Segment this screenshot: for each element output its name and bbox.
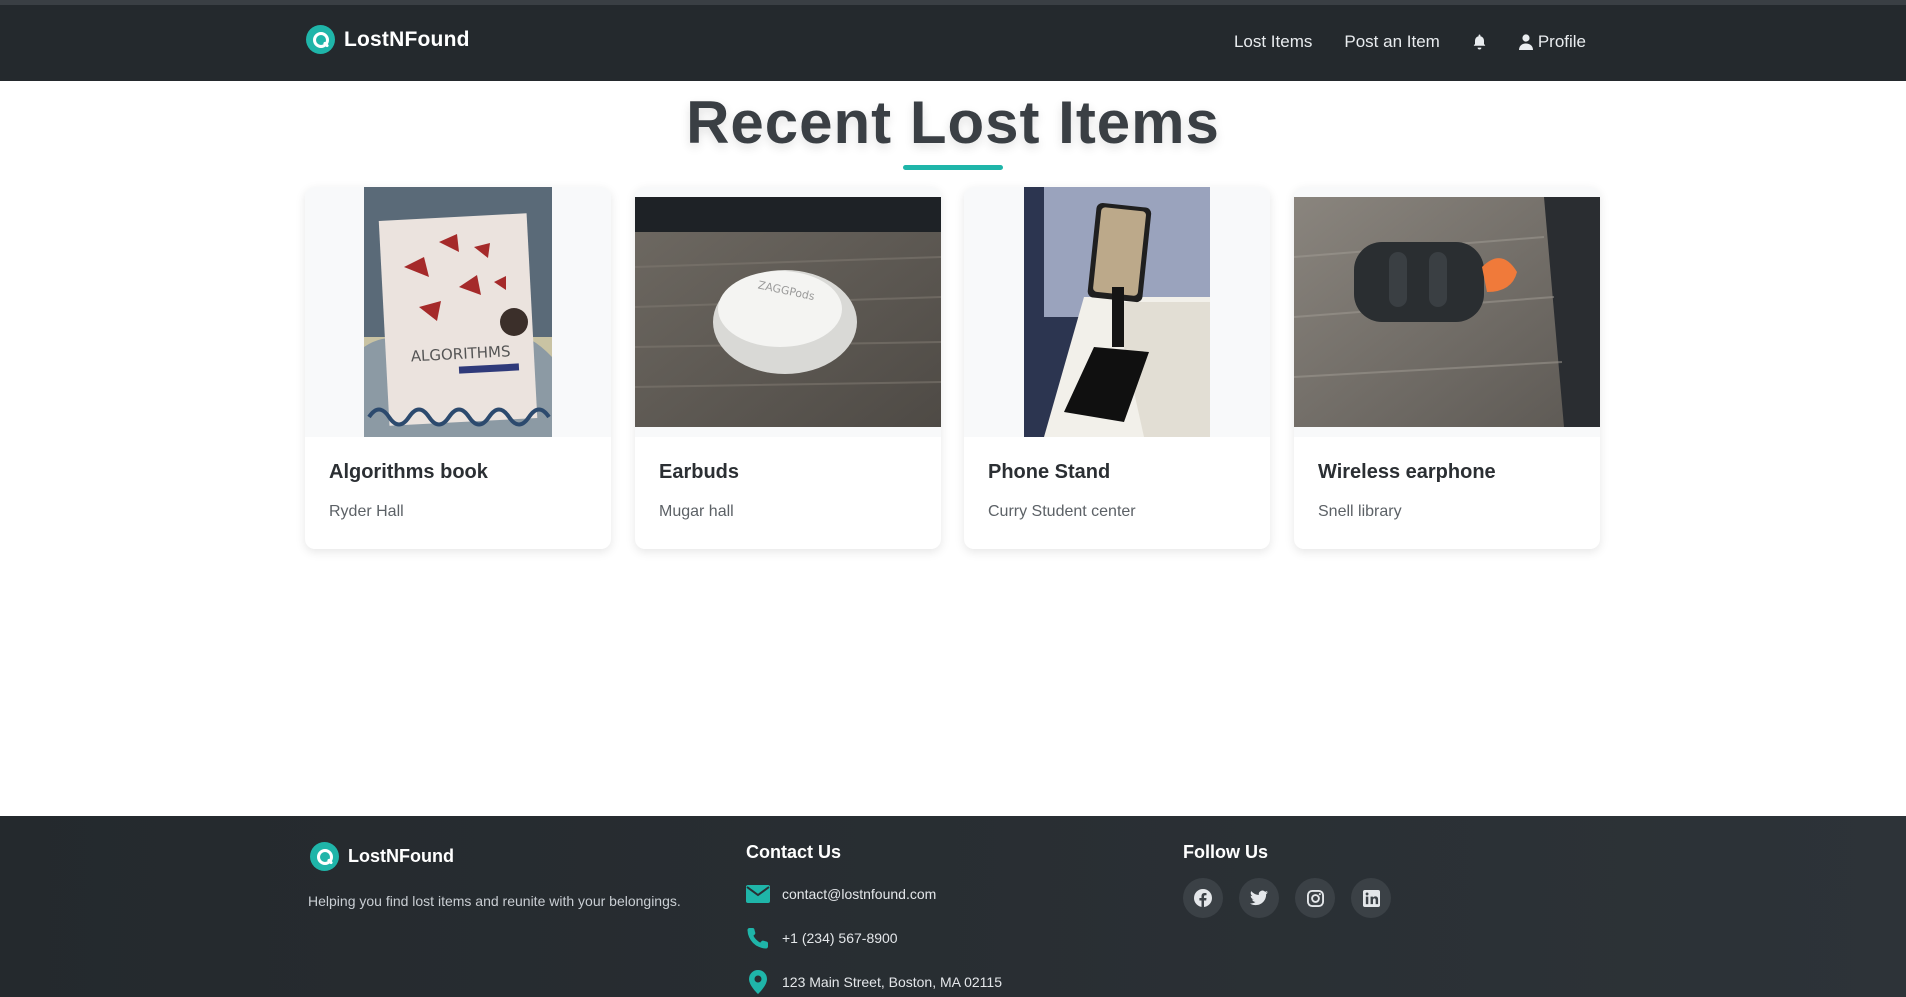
nav-post-item[interactable]: Post an Item bbox=[1344, 32, 1439, 52]
site-footer: LostNFound Helping you find lost items a… bbox=[0, 816, 1906, 997]
card-title: Earbuds bbox=[659, 461, 740, 483]
footer-brand[interactable]: LostNFound bbox=[310, 842, 454, 871]
item-card-algorithms-book[interactable]: ALGORITHMS Algorithms book Ryder Hall bbox=[305, 187, 611, 549]
card-title: Algorithms book bbox=[329, 461, 488, 483]
contact-email-text: contact@lostnfound.com bbox=[782, 886, 937, 902]
notifications-button[interactable] bbox=[1472, 34, 1487, 50]
card-title: Wireless earphone bbox=[1318, 461, 1496, 483]
footer-tagline: Helping you find lost items and reunite … bbox=[308, 893, 681, 909]
nav-profile[interactable]: Profile bbox=[1518, 32, 1586, 52]
contact-heading: Contact Us bbox=[746, 842, 842, 862]
user-icon bbox=[1518, 34, 1533, 50]
contact-address-text: 123 Main Street, Boston, MA 02115 bbox=[782, 974, 1002, 990]
twitter-link[interactable] bbox=[1239, 878, 1279, 918]
linkedin-link[interactable] bbox=[1351, 878, 1391, 918]
contact-email[interactable]: contact@lostnfound.com bbox=[746, 882, 936, 906]
card-location: Mugar hall bbox=[659, 503, 734, 520]
search-logo-icon bbox=[306, 25, 335, 54]
contact-phone[interactable]: +1 (234) 567-8900 bbox=[746, 926, 898, 950]
title-underline bbox=[903, 165, 1003, 170]
facebook-icon bbox=[1194, 889, 1212, 907]
search-logo-icon bbox=[310, 842, 339, 871]
nav-lost-items[interactable]: Lost Items bbox=[1234, 32, 1312, 52]
instagram-link[interactable] bbox=[1295, 878, 1335, 918]
instagram-icon bbox=[1306, 889, 1324, 907]
brand-link[interactable]: LostNFound bbox=[306, 25, 470, 54]
nav-profile-label: Profile bbox=[1537, 32, 1586, 51]
card-image-area: ZAGGPods bbox=[635, 187, 941, 437]
contact-phone-text: +1 (234) 567-8900 bbox=[782, 930, 898, 946]
social-links bbox=[1183, 878, 1407, 918]
phone-icon bbox=[746, 926, 770, 950]
item-photo-phone-stand bbox=[1024, 187, 1210, 437]
nav-links: Lost Items Post an Item Profile bbox=[1202, 32, 1586, 52]
follow-heading: Follow Us bbox=[1183, 842, 1268, 862]
location-pin-icon bbox=[746, 970, 770, 994]
footer-brand-name: LostNFound bbox=[348, 846, 454, 866]
card-image-area bbox=[1294, 187, 1600, 437]
page-title: Recent Lost Items bbox=[686, 89, 1220, 156]
top-navbar: LostNFound Lost Items Post an Item Profi… bbox=[0, 5, 1906, 81]
bell-icon bbox=[1473, 34, 1485, 50]
item-photo-book: ALGORITHMS bbox=[364, 187, 552, 437]
twitter-icon bbox=[1250, 890, 1268, 906]
brand-name: LostNFound bbox=[344, 27, 470, 51]
item-photo-earphone bbox=[1294, 197, 1600, 427]
card-location: Snell library bbox=[1318, 503, 1402, 520]
item-card-phone-stand[interactable]: Phone Stand Curry Student center bbox=[964, 187, 1270, 549]
item-card-earbuds[interactable]: ZAGGPods Earbuds Mugar hall bbox=[635, 187, 941, 549]
card-location: Curry Student center bbox=[988, 503, 1136, 520]
linkedin-icon bbox=[1362, 889, 1380, 907]
card-image-area bbox=[964, 187, 1270, 437]
item-photo-earbuds: ZAGGPods bbox=[635, 197, 941, 427]
card-image-area: ALGORITHMS bbox=[305, 187, 611, 437]
card-location: Ryder Hall bbox=[329, 503, 404, 520]
card-title: Phone Stand bbox=[988, 461, 1111, 483]
facebook-link[interactable] bbox=[1183, 878, 1223, 918]
lost-items-grid: ALGORITHMS Algorithms book Ryder Hall ZA… bbox=[305, 187, 1601, 549]
item-card-wireless-earphone[interactable]: Wireless earphone Snell library bbox=[1294, 187, 1600, 549]
envelope-icon bbox=[746, 882, 770, 906]
contact-address: 123 Main Street, Boston, MA 02115 bbox=[746, 970, 1002, 994]
